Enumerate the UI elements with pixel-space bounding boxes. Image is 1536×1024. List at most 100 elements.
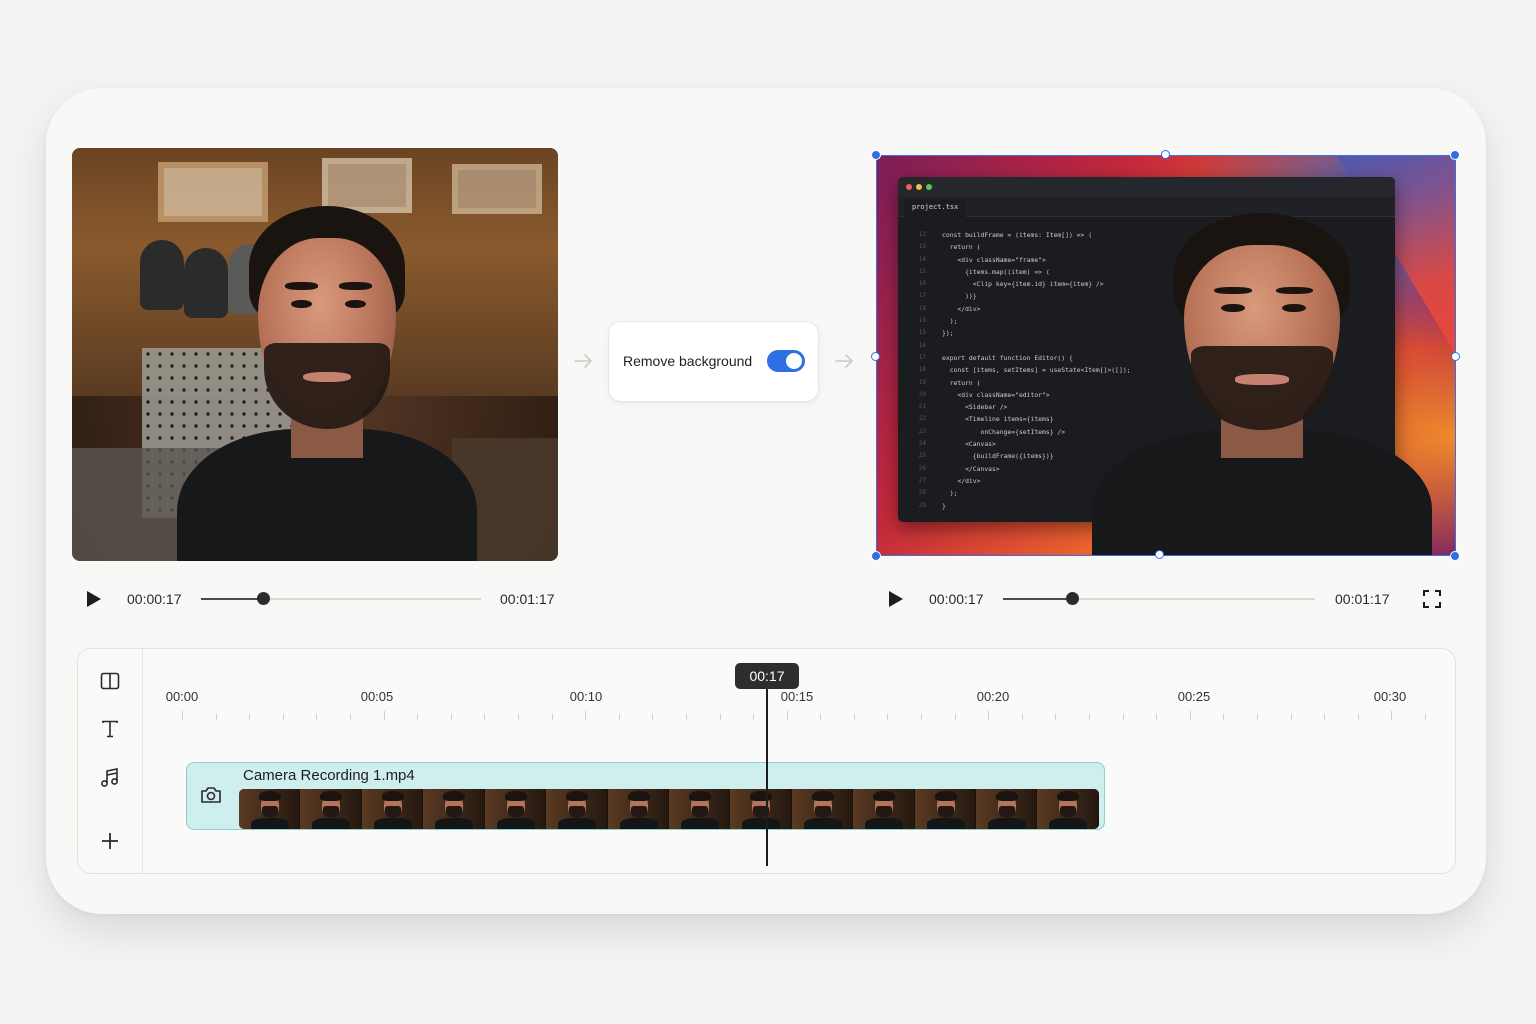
- ruler-tick: [719, 714, 721, 720]
- ruler-tick: [551, 714, 553, 720]
- film-frame: [484, 789, 547, 829]
- line-numbers: 12 13 14 15 16 17 18 19 15 16 17 18 19 2…: [918, 231, 926, 509]
- film-frame: [668, 789, 731, 829]
- ruler-tick: [921, 714, 923, 720]
- arrow-right-icon: [574, 354, 593, 368]
- film-frame: [546, 789, 608, 829]
- ruler-tick: [249, 714, 251, 720]
- ruler-label: 00:20: [976, 689, 1010, 704]
- camera-icon: [201, 787, 221, 803]
- remove-background-label: Remove background: [623, 353, 753, 369]
- ruler-tick: [685, 714, 687, 720]
- resize-handle-bottom-left[interactable]: [871, 551, 881, 561]
- film-frame: [300, 789, 362, 829]
- layout-icon: [100, 672, 120, 690]
- ruler-tick: [316, 714, 318, 720]
- ruler-tick: [349, 714, 351, 720]
- ruler-label: 00:05: [360, 689, 394, 704]
- fullscreen-icon[interactable]: [1422, 589, 1442, 609]
- source-scrubber-thumb[interactable]: [256, 592, 270, 605]
- person: [177, 206, 477, 561]
- ruler-tick: [753, 714, 755, 720]
- ruler-tick: [820, 714, 822, 720]
- resize-handle-left[interactable]: [871, 352, 880, 361]
- video-clip[interactable]: Camera Recording 1.mp4: [186, 762, 1105, 830]
- film-frame: [730, 789, 792, 829]
- add-track-button[interactable]: [98, 829, 122, 853]
- ruler-tick: [1357, 714, 1359, 720]
- remove-background-toggle[interactable]: [767, 350, 805, 372]
- ruler-label: 00:25: [1177, 689, 1211, 704]
- playhead-time[interactable]: 00:17: [735, 663, 799, 689]
- ruler-tick: [652, 714, 654, 720]
- resize-handle-top[interactable]: [1161, 150, 1170, 159]
- source-current-time: 00:00:17: [127, 591, 182, 607]
- ruler-tick: [1391, 711, 1393, 720]
- ruler-tick: [853, 714, 855, 720]
- resize-handle-bottom-right[interactable]: [1450, 551, 1460, 561]
- film-frame: [791, 789, 854, 829]
- person-cutout: [1092, 213, 1432, 556]
- ruler-tick: [954, 714, 956, 720]
- source-scrubber-track[interactable]: [201, 598, 481, 600]
- resize-handle-top-right[interactable]: [1450, 150, 1460, 160]
- ruler-tick: [417, 714, 419, 720]
- source-duration: 00:01:17: [500, 591, 555, 607]
- ruler-tick: [282, 714, 284, 720]
- ruler-tick: [450, 714, 452, 720]
- film-frame: [853, 789, 915, 829]
- clip-name: Camera Recording 1.mp4: [243, 767, 415, 784]
- result-scrubber-track[interactable]: [1003, 598, 1315, 600]
- resize-handle-right[interactable]: [1451, 352, 1460, 361]
- minimize-dot-icon: [916, 184, 922, 190]
- ruler-tick: [383, 711, 385, 720]
- playhead-line[interactable]: [766, 688, 768, 866]
- ruler-tick: [1425, 714, 1426, 720]
- result-scrubber-fill: [1003, 598, 1072, 600]
- remove-background-card: Remove background: [609, 322, 818, 401]
- ruler-tick: [1156, 714, 1158, 720]
- ruler-tick: [1223, 714, 1225, 720]
- play-icon[interactable]: [886, 589, 906, 609]
- source-video-preview[interactable]: [72, 148, 558, 561]
- ruler-tick: [887, 714, 889, 720]
- ruler-tick: [786, 711, 788, 720]
- resize-handle-bottom[interactable]: [1155, 550, 1164, 559]
- film-frame: [607, 789, 669, 829]
- ruler-tick: [517, 714, 519, 720]
- ruler-tick: [618, 714, 620, 720]
- film-frame: [1037, 789, 1099, 829]
- ruler-tick: [484, 714, 486, 720]
- result-scrubber-thumb[interactable]: [1065, 592, 1079, 605]
- add-icon: [102, 833, 118, 849]
- ruler-tick: [182, 711, 183, 720]
- text-icon: [102, 720, 118, 738]
- text-tool[interactable]: [98, 717, 122, 741]
- ruler-tick: [1089, 714, 1091, 720]
- ruler-tick: [1290, 714, 1292, 720]
- ruler-tick: [1257, 714, 1259, 720]
- editor-titlebar: [898, 177, 1395, 197]
- film-frame: [423, 789, 485, 829]
- film-frame: [914, 789, 977, 829]
- result-video-preview[interactable]: project.tsx 12 13 14 15 16 17 18 19 15 1…: [876, 155, 1456, 556]
- toggle-knob: [786, 353, 802, 369]
- ruler-label: 00:30: [1373, 689, 1407, 704]
- source-scrubber-fill: [201, 598, 263, 600]
- ruler-tick: [1189, 711, 1191, 720]
- play-icon[interactable]: [84, 589, 104, 609]
- maximize-dot-icon: [926, 184, 932, 190]
- ruler-tick: [1055, 714, 1057, 720]
- ruler-label: 00:00: [165, 689, 199, 704]
- music-tool[interactable]: [98, 766, 122, 790]
- ruler-label: 00:10: [569, 689, 603, 704]
- arrow-right-icon: [835, 354, 854, 368]
- editor-tab: project.tsx: [904, 200, 967, 217]
- resize-handle-top-left[interactable]: [871, 150, 881, 160]
- wall-frame: [322, 158, 412, 213]
- layout-tool[interactable]: [98, 669, 122, 693]
- ruler-label: 00:15: [780, 689, 814, 704]
- film-frame: [361, 789, 424, 829]
- ruler-tick: [215, 714, 217, 720]
- clip-filmstrip: [239, 789, 1099, 829]
